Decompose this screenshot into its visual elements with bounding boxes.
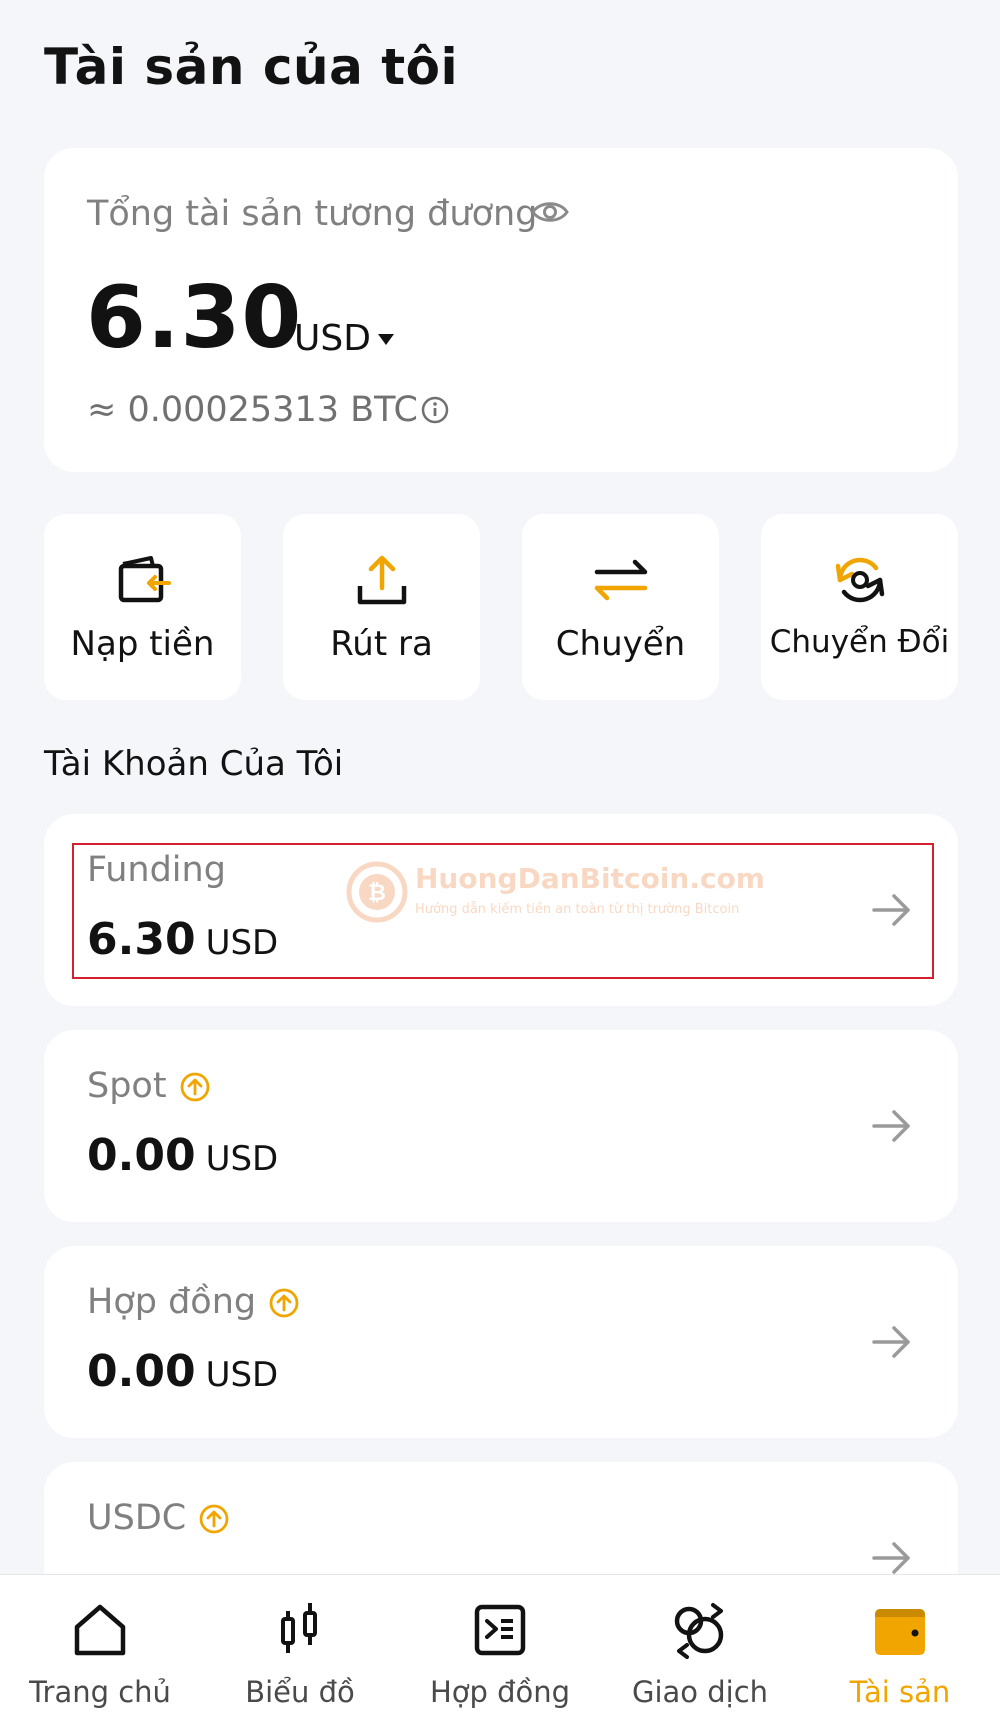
tab-home[interactable]: Trang chủ — [0, 1575, 200, 1722]
wallet-icon — [875, 1609, 925, 1655]
account-name-text: USDC — [87, 1498, 187, 1538]
account-card-contract[interactable]: Hợp đồng 0.00 USD — [44, 1246, 958, 1438]
trade-icon — [674, 1603, 724, 1659]
info-icon[interactable] — [420, 395, 450, 425]
tab-label: Tài sản — [849, 1675, 951, 1709]
convert-button[interactable]: Chuyển Đổi — [761, 514, 958, 700]
account-balance: 0.00 USD — [87, 1130, 278, 1181]
arrow-up-circle-icon — [180, 1072, 209, 1102]
account-balance-unit: USD — [205, 1355, 279, 1395]
accounts-section-title: Tài Khoản Của Tôi — [44, 744, 344, 784]
transfer-label: Chuyển — [555, 624, 686, 664]
arrow-right-icon[interactable] — [870, 1106, 914, 1146]
tab-label: Trang chủ — [29, 1675, 171, 1709]
withdraw-icon — [357, 555, 406, 605]
account-name-text: Hợp đồng — [87, 1282, 257, 1322]
tab-assets[interactable]: Tài sản — [800, 1575, 1000, 1722]
eye-icon[interactable] — [530, 192, 570, 232]
btc-equivalent: ≈ 0.00025313 BTC — [87, 390, 418, 430]
tab-label: Hợp đồng — [429, 1675, 571, 1709]
account-name: USDC — [87, 1498, 230, 1538]
tab-chart[interactable]: Biểu đồ — [200, 1575, 400, 1722]
account-name: Hợp đồng — [87, 1282, 300, 1322]
total-assets-label: Tổng tài sản tương đương — [87, 194, 538, 234]
account-balance-value: 0.00 — [87, 1130, 196, 1181]
account-balance: 0.00 USD — [87, 1346, 278, 1397]
home-icon — [74, 1604, 126, 1656]
arrow-right-icon[interactable] — [870, 1538, 914, 1578]
bottom-tab-bar: Trang chủ Biểu đồ Hợp đồng Giao dịch Tài… — [0, 1574, 1000, 1722]
funding-highlight-box — [72, 843, 934, 979]
tab-label: Biểu đồ — [245, 1675, 355, 1709]
account-balance-value: 0.00 — [87, 1346, 196, 1397]
convert-label: Chuyển Đổi — [769, 624, 950, 660]
total-assets-card: Tổng tài sản tương đương 6.30 USD ≈ 0.00… — [44, 148, 958, 472]
contract-icon — [474, 1604, 526, 1656]
account-name-text: Spot — [87, 1066, 167, 1106]
transfer-icon — [594, 559, 647, 601]
withdraw-button[interactable]: Rút ra — [283, 514, 480, 700]
account-balance-unit: USD — [205, 1139, 279, 1179]
total-assets-value: 6.30 — [86, 268, 303, 368]
transfer-button[interactable]: Chuyển — [522, 514, 719, 700]
caret-down-icon[interactable] — [376, 331, 396, 347]
tab-trade[interactable]: Giao dịch — [600, 1575, 800, 1722]
page-title: Tài sản của tôi — [44, 38, 459, 96]
tab-label: Giao dịch — [631, 1675, 769, 1709]
deposit-label: Nạp tiền — [70, 624, 215, 664]
convert-icon — [835, 557, 884, 603]
deposit-button[interactable]: Nạp tiền — [44, 514, 241, 700]
currency-selector[interactable]: USD — [294, 318, 371, 359]
candlestick-icon — [281, 1603, 317, 1653]
account-name: Spot — [87, 1066, 211, 1106]
withdraw-label: Rút ra — [330, 624, 433, 664]
arrow-right-icon[interactable] — [870, 1322, 914, 1362]
account-card-spot[interactable]: Spot 0.00 USD — [44, 1030, 958, 1222]
tab-contract[interactable]: Hợp đồng — [400, 1575, 600, 1722]
arrow-up-circle-icon — [199, 1504, 229, 1534]
deposit-icon — [118, 556, 171, 603]
arrow-up-circle-icon — [269, 1288, 299, 1318]
